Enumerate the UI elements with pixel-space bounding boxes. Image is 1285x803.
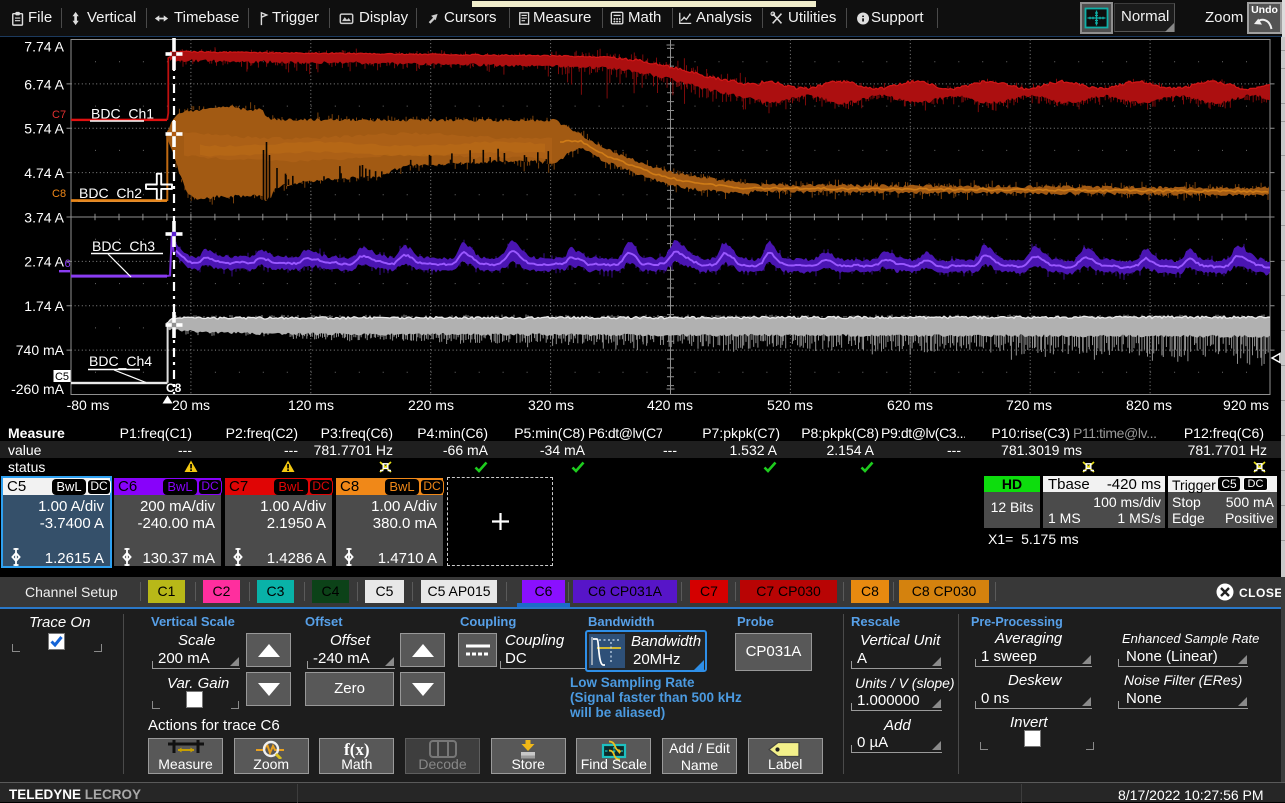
svg-text:2.74 A: 2.74 A (24, 254, 64, 270)
svg-text:620 ms: 620 ms (887, 397, 933, 413)
svg-text:120 ms: 120 ms (288, 397, 334, 413)
svg-text:320 ms: 320 ms (528, 397, 574, 413)
svg-text:3.74 A: 3.74 A (24, 210, 64, 226)
svg-text:720 ms: 720 ms (1006, 397, 1052, 413)
svg-text:BDC_Ch2: BDC_Ch2 (79, 185, 142, 201)
svg-text:420 ms: 420 ms (647, 397, 693, 413)
svg-text:C8: C8 (166, 381, 182, 395)
svg-text:1.74 A: 1.74 A (24, 298, 64, 314)
svg-text:520 ms: 520 ms (767, 397, 813, 413)
svg-text:740 mA: 740 mA (16, 342, 65, 358)
svg-text:4.74 A: 4.74 A (24, 165, 64, 181)
svg-text:-260 mA: -260 mA (11, 381, 65, 397)
svg-text:C5: C5 (55, 371, 69, 383)
svg-text:BDC_Ch1: BDC_Ch1 (91, 106, 154, 122)
svg-text:C7: C7 (52, 109, 66, 121)
svg-text:5.74 A: 5.74 A (24, 121, 64, 137)
svg-text:820 ms: 820 ms (1126, 397, 1172, 413)
svg-text:BDC_Ch4: BDC_Ch4 (89, 353, 152, 369)
svg-text:C8: C8 (52, 188, 66, 200)
svg-text:7.74 A: 7.74 A (24, 39, 64, 55)
svg-text:BDC_Ch3: BDC_Ch3 (92, 238, 155, 254)
svg-text:220 ms: 220 ms (408, 397, 454, 413)
svg-text:20 ms: 20 ms (172, 397, 210, 413)
svg-text:-80 ms: -80 ms (67, 397, 110, 413)
svg-text:6.74 A: 6.74 A (24, 77, 64, 93)
svg-text:920 ms: 920 ms (1223, 397, 1269, 413)
svg-text:6: 6 (65, 258, 71, 270)
